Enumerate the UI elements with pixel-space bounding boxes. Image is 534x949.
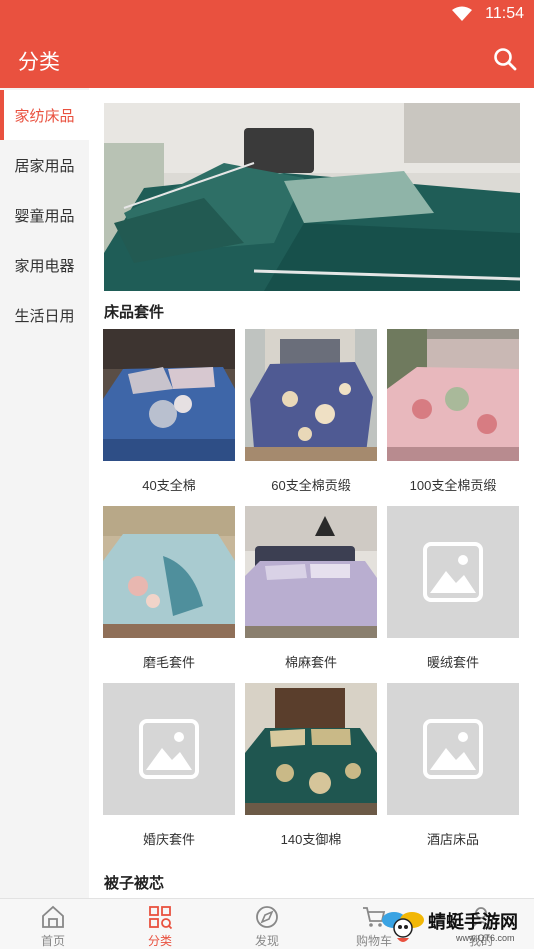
app-bar: 分类 [0, 30, 534, 88]
section-title-quilts: 被子被芯 [104, 874, 165, 892]
sidebar-item-household[interactable]: 居家用品 [0, 140, 89, 190]
product-image [103, 506, 235, 638]
discover-icon [256, 906, 278, 928]
category-item-label: 100支全棉贡缎 [409, 478, 497, 493]
category-item[interactable]: 酒店床品 [387, 683, 519, 848]
image-placeholder-icon [423, 719, 483, 779]
site-watermark: 蜻蜓手游网 www.QT6.com [380, 902, 530, 948]
category-item-label: 婚庆套件 [142, 832, 195, 847]
category-banner[interactable] [104, 103, 520, 291]
category-sidebar: 家纺床品 居家用品 婴童用品 家用电器 生活日用 [0, 88, 89, 898]
product-image [245, 506, 377, 638]
category-item[interactable]: 婚庆套件 [103, 683, 235, 848]
category-item-label: 40支全棉 [142, 478, 196, 493]
image-placeholder [387, 506, 519, 638]
sidebar-item-daily-use[interactable]: 生活日用 [0, 290, 89, 340]
category-item-label: 暖绒套件 [426, 655, 479, 670]
status-bar: 11:54 [0, 0, 534, 30]
product-image [245, 329, 377, 461]
category-item-label: 140支御棉 [280, 832, 342, 847]
wifi-icon [452, 6, 472, 21]
nav-category[interactable]: 分类 [107, 899, 213, 949]
nav-home[interactable]: 首页 [0, 899, 106, 949]
category-item[interactable]: 100支全棉贡缎 [387, 329, 519, 494]
category-item[interactable]: 60支全棉贡缎 [245, 329, 377, 494]
sidebar-item-home-textiles[interactable]: 家纺床品 [0, 90, 89, 140]
product-image [245, 683, 377, 815]
search-icon[interactable] [492, 46, 518, 72]
product-image [387, 329, 519, 461]
category-item-label: 棉麻套件 [284, 655, 337, 670]
sidebar-item-baby[interactable]: 婴童用品 [0, 190, 89, 240]
image-placeholder-icon [139, 719, 199, 779]
category-item[interactable]: 暖绒套件 [387, 506, 519, 671]
category-grid-icon [149, 906, 173, 930]
category-item-label: 60支全棉贡缎 [271, 478, 351, 493]
nav-discover[interactable]: 发现 [214, 899, 320, 949]
sidebar-item-appliances[interactable]: 家用电器 [0, 240, 89, 290]
category-item-label: 酒店床品 [426, 832, 479, 847]
page-title: 分类 [18, 50, 60, 74]
clock: 11:54 [485, 5, 524, 22]
home-icon [42, 905, 64, 928]
section-title-bedding-sets: 床品套件 [104, 303, 165, 321]
category-content: 床品套件 40支全棉 60支全棉贡缎 100支全棉贡缎 磨毛套件 棉麻套件 暖绒… [89, 88, 534, 898]
image-placeholder [387, 683, 519, 815]
image-placeholder [103, 683, 235, 815]
category-item-label: 磨毛套件 [142, 655, 195, 670]
image-placeholder-icon [423, 542, 483, 602]
product-image [103, 329, 235, 461]
dragonfly-logo-icon [382, 912, 424, 942]
category-item[interactable]: 棉麻套件 [245, 506, 377, 671]
category-item[interactable]: 140支御棉 [245, 683, 377, 848]
banner-bedding-image [104, 103, 520, 291]
category-item[interactable]: 40支全棉 [103, 329, 235, 494]
category-item[interactable]: 磨毛套件 [103, 506, 235, 671]
